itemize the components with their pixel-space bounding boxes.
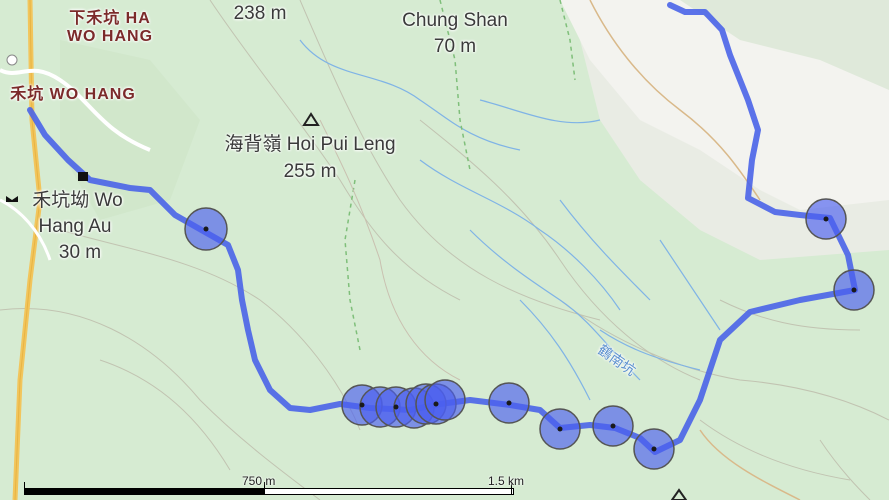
pass-name-label: 禾坑坳 Wo bbox=[32, 190, 123, 211]
pass-elevation-label: 30 m bbox=[58, 242, 102, 263]
map-canvas[interactable] bbox=[0, 0, 889, 500]
pass-name-label-2: Hang Au bbox=[38, 216, 112, 237]
elevation-label: 238 m bbox=[233, 3, 287, 24]
scale-bar bbox=[24, 488, 514, 495]
peak-elevation-label: 255 m bbox=[283, 161, 337, 182]
place-label-wo-hang: 禾坑 WO HANG bbox=[10, 86, 136, 103]
scale-label-end: 1.5 km bbox=[488, 474, 525, 488]
route-start-icon bbox=[6, 54, 18, 66]
waypoint-marker bbox=[424, 379, 466, 421]
scale-label-mid: 750 m bbox=[242, 474, 276, 488]
place-label-ha-wo-hang-2: WO HANG bbox=[66, 28, 154, 45]
building-icon bbox=[78, 172, 88, 181]
place-label-ha-wo-hang: 下禾坑 HA bbox=[69, 10, 151, 27]
peak-elevation-label: 70 m bbox=[433, 36, 477, 57]
peak-name-label: 海背嶺 Hoi Pui Leng bbox=[224, 134, 396, 155]
peak-name-label: Chung Shan bbox=[402, 10, 508, 31]
